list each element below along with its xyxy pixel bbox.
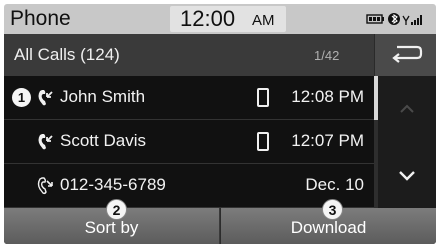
call-list: 1 John Smith 12:08 PM Scott Davis 12:07 …: [4, 76, 374, 208]
call-row-john-smith[interactable]: 1 John Smith 12:08 PM: [4, 76, 374, 120]
call-time: 12:08 PM: [291, 87, 364, 106]
bottom-bar: 2 Sort by 3 Download: [4, 199, 436, 244]
status-icons-graphic: [366, 13, 422, 25]
incoming-call-icon: [38, 134, 53, 150]
status-icons: [366, 12, 428, 26]
caller-name: John Smith: [60, 87, 146, 106]
phone-screen: Phone 12:00 AM All Calls (124) 1/42 1 Jo…: [0, 0, 441, 248]
callout-badge-3: 3: [322, 199, 343, 220]
phone-frame: Phone 12:00 AM All Calls (124) 1/42 1 Jo…: [4, 4, 436, 244]
bluetooth-icon: [388, 13, 400, 25]
scroll-panel: [378, 76, 436, 208]
chevron-down-icon: [399, 171, 415, 181]
scroll-up-button[interactable]: [378, 76, 436, 142]
caller-number: 012-345-6789: [60, 175, 166, 194]
call-time: 12:07 PM: [291, 131, 364, 150]
clock-time: 12:00: [180, 6, 236, 31]
missed-call-icon: [37, 177, 53, 195]
call-row-unknown-number[interactable]: 012-345-6789 Dec. 10: [4, 164, 374, 208]
back-arrow-icon: [392, 45, 423, 63]
clock: 12:00 AM: [170, 6, 286, 32]
call-date: Dec. 10: [305, 175, 364, 194]
callout-badge-1: 1: [12, 88, 31, 107]
chevron-up-icon: [400, 104, 414, 113]
callout-badge-2: 2: [106, 199, 127, 220]
battery-icon: [366, 14, 384, 24]
list-title: All Calls (124): [14, 45, 120, 64]
status-bar: Phone 12:00 AM: [4, 4, 436, 34]
sort-by-button[interactable]: 2 Sort by: [4, 199, 220, 244]
clock-ampm: AM: [252, 12, 275, 29]
app-title: Phone: [10, 7, 71, 30]
scroll-down-button[interactable]: [378, 142, 436, 208]
back-button[interactable]: [374, 34, 436, 76]
signal-icon: [402, 15, 422, 25]
download-button[interactable]: 3 Download: [221, 199, 436, 244]
sort-by-label: Sort by: [84, 218, 139, 237]
phone-device-icon: [257, 88, 269, 107]
page-counter: 1/42: [314, 48, 340, 63]
download-label: Download: [290, 218, 367, 237]
list-header: All Calls (124) 1/42: [4, 34, 436, 76]
caller-name: Scott Davis: [60, 131, 146, 150]
incoming-call-icon: [38, 90, 53, 106]
call-row-scott-davis[interactable]: Scott Davis 12:07 PM: [4, 120, 374, 164]
phone-device-icon: [257, 132, 269, 151]
